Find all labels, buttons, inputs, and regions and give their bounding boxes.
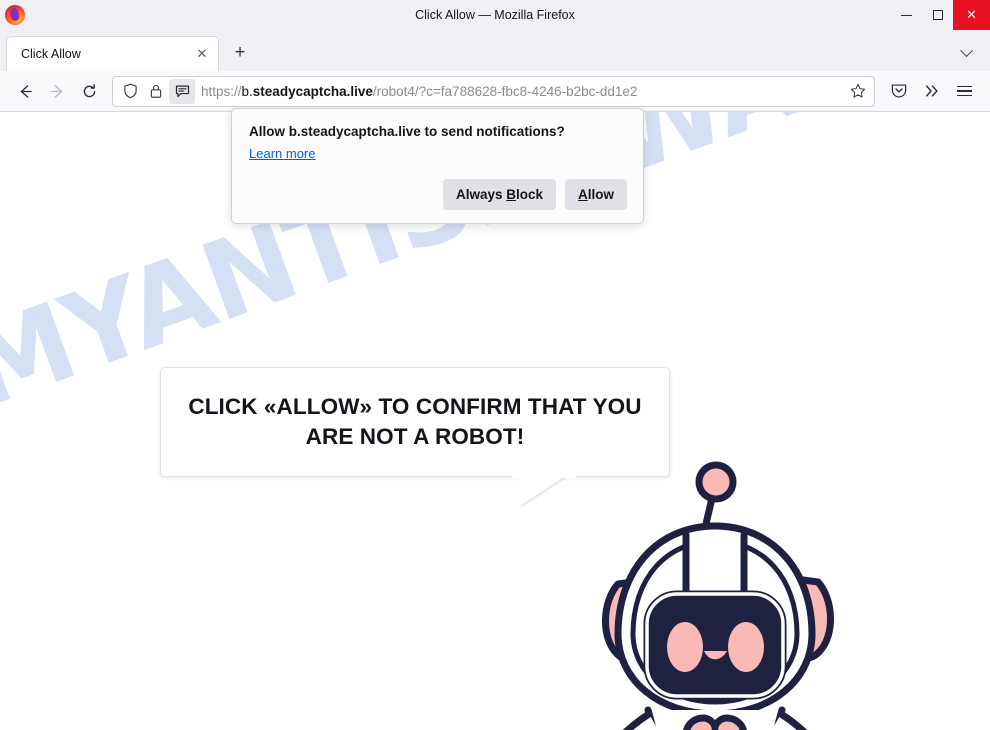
save-to-pocket-button[interactable] — [882, 75, 915, 107]
maximize-icon — [932, 10, 943, 20]
always-block-pre: Always — [455, 187, 507, 202]
padlock-icon[interactable] — [143, 79, 169, 104]
minimize-icon — [901, 14, 912, 16]
maximize-button[interactable] — [922, 0, 953, 30]
allow-post: llow — [587, 187, 614, 202]
bookmark-star-button[interactable] — [844, 78, 871, 105]
reload-icon — [83, 83, 95, 97]
robot-mascot-illustration — [602, 461, 834, 730]
minimize-button[interactable] — [891, 0, 922, 30]
notification-permission-popup: Allow b.steadycaptcha.live to send notif… — [231, 108, 644, 224]
close-window-button[interactable]: ✕ — [953, 0, 990, 30]
robot-antenna-ball — [695, 461, 737, 503]
forward-arrow-icon — [50, 84, 62, 98]
speech-bubble-tail-mask — [512, 468, 576, 478]
bubble-line-2: ARE NOT A ROBOT! — [305, 424, 525, 449]
shield-icon[interactable] — [117, 79, 143, 104]
overflow-menu-button[interactable] — [915, 75, 948, 107]
url-domain: steadycaptcha.live — [252, 83, 373, 99]
url-subdomain: b. — [241, 83, 253, 99]
always-block-post: lock — [515, 187, 543, 202]
close-tab-icon[interactable]: ✕ — [192, 44, 212, 64]
back-arrow-icon — [20, 84, 32, 98]
star-icon — [850, 83, 865, 98]
notification-bubble-icon[interactable] — [169, 78, 195, 104]
permission-actions: Always Block Allow — [249, 179, 627, 210]
bubble-line-1: CLICK «ALLOW» TO CONFIRM THAT YOU — [188, 394, 642, 419]
always-block-button[interactable]: Always Block — [442, 179, 556, 210]
allow-button[interactable]: Allow — [565, 179, 627, 210]
hamburger-menu-icon — [957, 83, 972, 100]
speech-bubble-text: CLICK «ALLOW» TO CONFIRM THAT YOU ARE NO… — [188, 392, 641, 452]
back-button[interactable] — [9, 75, 41, 107]
tab-title: Click Allow — [21, 47, 81, 61]
permission-prompt-title: Allow b.steadycaptcha.live to send notif… — [249, 124, 565, 139]
robot-cheek-right — [728, 622, 764, 672]
window-title: Click Allow — Mozilla Firefox — [415, 7, 575, 22]
reload-button[interactable] — [73, 75, 105, 107]
new-tab-button[interactable]: + — [225, 38, 255, 68]
speech-bubble-tail — [520, 476, 566, 506]
navigation-toolbar: https://b.steadycaptcha.live/robot4/?c=f… — [0, 71, 990, 112]
identity-box — [117, 77, 195, 106]
title-bar: Click Allow — Mozilla Firefox ✕ — [0, 0, 990, 30]
window-controls: ✕ — [891, 0, 990, 30]
application-menu-button[interactable] — [948, 75, 981, 107]
always-block-accesskey: B — [506, 187, 516, 202]
list-all-tabs-button[interactable] — [952, 39, 980, 67]
url-path: /robot4/?c=fa788628-fbc8-4246-b2bc-dd1e2 — [372, 83, 638, 99]
chevron-down-icon — [959, 43, 973, 57]
speech-bubble: CLICK «ALLOW» TO CONFIRM THAT YOU ARE NO… — [160, 367, 670, 477]
firefox-logo-icon — [5, 4, 25, 25]
learn-more-link[interactable]: Learn more — [249, 146, 315, 161]
url-text[interactable]: https://b.steadycaptcha.live/robot4/?c=f… — [201, 77, 844, 106]
forward-button[interactable] — [41, 75, 73, 107]
pocket-icon — [891, 84, 906, 98]
double-chevron-right-icon — [925, 85, 938, 97]
url-scheme: https:// — [201, 83, 242, 99]
allow-accesskey: A — [578, 187, 588, 202]
address-bar[interactable]: https://b.steadycaptcha.live/robot4/?c=f… — [112, 75, 875, 107]
tab-click-allow[interactable]: Click Allow ✕ — [6, 36, 219, 71]
browser-window: Click Allow — Mozilla Firefox ✕ Click Al… — [0, 0, 990, 730]
robot-cheek-left — [667, 622, 703, 672]
tab-strip: Click Allow ✕ + — [0, 30, 990, 71]
